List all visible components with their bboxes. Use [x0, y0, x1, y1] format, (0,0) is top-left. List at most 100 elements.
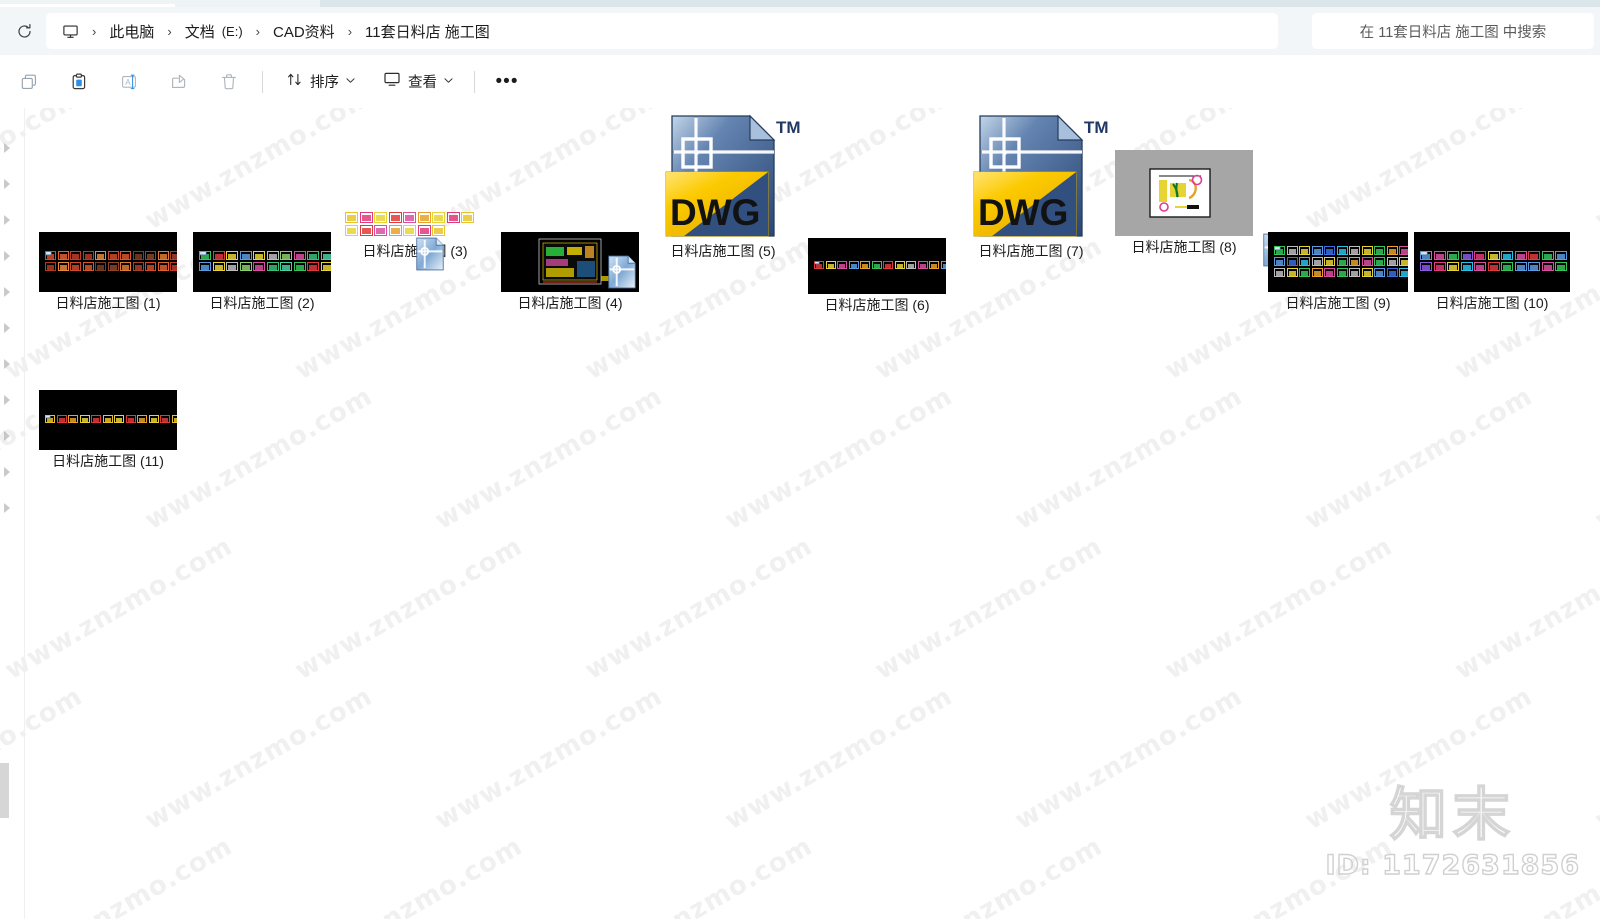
breadcrumb-item-0[interactable]: 此电脑	[107, 19, 156, 44]
svg-text:A: A	[125, 78, 131, 87]
file-item[interactable]: 日料店施工图 (2)	[184, 164, 340, 312]
file-thumbnail[interactable]	[492, 164, 648, 292]
cad-thumb-cell	[871, 261, 882, 269]
cad-preview	[39, 232, 177, 292]
navigation-strip	[0, 108, 25, 919]
dwg-file-icon: DWG TM	[658, 112, 801, 240]
nav-tree-expander-0[interactable]	[1, 141, 15, 155]
cad-thumb-cell	[157, 251, 169, 260]
cad-thumb-cell	[1386, 245, 1398, 255]
cad-thumb-cell	[1447, 262, 1459, 271]
file-label: 日料店施工图 (9)	[1285, 295, 1391, 311]
breadcrumb-item-2[interactable]: CAD资料	[271, 19, 337, 44]
copy-icon[interactable]	[8, 64, 50, 100]
cad-thumb-cell	[1420, 251, 1432, 260]
nav-tree-expander-8[interactable]	[1, 429, 15, 443]
explorer-window: www.znzmo.com www.znzmo.com www.znzmo.com w…	[0, 0, 1600, 919]
delete-icon[interactable]	[208, 64, 250, 100]
file-item[interactable]: 日料店施工图 (3)	[337, 112, 493, 271]
cad-thumb-cell	[239, 251, 252, 260]
cad-thumb-cell	[1374, 256, 1385, 266]
cad-thumb-cell	[1299, 267, 1310, 277]
file-thumbnail[interactable]	[1260, 164, 1416, 292]
file-thumbnail[interactable]	[184, 164, 340, 292]
file-item[interactable]: 日料店施工图 (11)	[30, 322, 186, 470]
file-thumbnail[interactable]	[30, 164, 186, 292]
breadcrumb-item-1-drive[interactable]: (E:)	[220, 22, 245, 41]
cad-thumb-cell	[79, 415, 90, 423]
cad-thumb-cell	[940, 261, 946, 269]
cad-preview	[808, 238, 946, 294]
svg-text:DWG: DWG	[670, 192, 760, 233]
cad-thumb-cell	[120, 251, 131, 260]
file-item[interactable]: 日料店施工图 (8)	[1106, 108, 1291, 267]
cad-thumb-cell	[266, 251, 279, 260]
file-item[interactable]: DWG TM 日料店施工图 (7)	[953, 112, 1109, 260]
cad-thumb-cell	[906, 261, 916, 269]
cad-thumb-cell	[1324, 256, 1335, 266]
view-button[interactable]: 查看	[372, 65, 464, 99]
file-thumbnail[interactable]	[337, 112, 493, 271]
file-thumbnail[interactable]	[1414, 164, 1570, 292]
cad-thumb-cell	[107, 251, 119, 260]
search-input[interactable]: 在 11套日料店 施工图 中搜索	[1312, 13, 1594, 49]
nav-tree-expander-10[interactable]	[1, 501, 15, 515]
file-item[interactable]: DWG TM 日料店施工图 (5)	[645, 112, 801, 260]
nav-scrollbar-thumb[interactable]	[0, 763, 9, 818]
file-item[interactable]: 日料店施工图 (9)	[1260, 164, 1416, 312]
cad-thumb-cell	[1349, 256, 1360, 266]
cad-thumb-cell	[68, 415, 78, 423]
nav-tree-expander-9[interactable]	[1, 465, 15, 479]
cad-thumb-cell	[403, 225, 416, 236]
file-item[interactable]: 日料店施工图 (6)	[799, 166, 955, 314]
nav-tree-expander-6[interactable]	[1, 357, 15, 371]
file-thumbnail[interactable]	[1106, 108, 1291, 267]
file-thumbnail[interactable]: DWG TM	[953, 112, 1109, 240]
cad-thumb-cell	[374, 212, 387, 223]
cad-thumb-cell	[253, 251, 265, 260]
nav-tree-expander-1[interactable]	[1, 177, 15, 191]
cad-thumb-cell	[170, 262, 177, 271]
cad-thumb-cell	[1374, 245, 1385, 255]
cad-thumb-cell	[1311, 267, 1323, 277]
refresh-icon[interactable]	[8, 15, 40, 47]
nav-tree-expander-2[interactable]	[1, 213, 15, 227]
nav-tree-expander-5[interactable]	[1, 321, 15, 335]
more-options-button[interactable]: •••	[487, 65, 527, 99]
cad-thumb-cell	[1555, 251, 1567, 260]
file-thumbnail[interactable]	[30, 322, 186, 450]
file-thumbnail[interactable]: DWG TM	[645, 112, 801, 240]
nav-tree-expander-4[interactable]	[1, 285, 15, 299]
breadcrumb[interactable]: › 此电脑 › 文档 (E:) › CAD资料 › 11套日料店 施工图	[46, 13, 1278, 49]
cad-thumb-cell	[1541, 251, 1554, 260]
file-item[interactable]: 日料店施工图 (10)	[1414, 164, 1570, 312]
cad-thumb-cell	[307, 251, 319, 260]
breadcrumb-item-3[interactable]: 11套日料店 施工图	[363, 19, 492, 44]
paste-icon[interactable]	[58, 64, 100, 100]
dwg-badge-icon	[815, 262, 821, 266]
cad-thumb-cell	[1336, 245, 1348, 255]
svg-text:DWG: DWG	[978, 192, 1068, 233]
nav-tree-expander-3[interactable]	[1, 249, 15, 263]
breadcrumb-item-1[interactable]: 文档	[183, 19, 217, 44]
cad-thumb-row	[199, 251, 331, 260]
cad-thumb-cell	[1487, 251, 1500, 260]
nav-tree-expander-7[interactable]	[1, 393, 15, 407]
file-item[interactable]: 日料店施工图 (1)	[30, 164, 186, 312]
breadcrumb-separator: ›	[255, 23, 261, 39]
cad-thumb-cell	[1460, 251, 1473, 260]
share-icon[interactable]	[158, 64, 200, 100]
file-item[interactable]: 日料店施工图 (4)	[492, 164, 648, 312]
cad-thumb-cell	[280, 251, 292, 260]
cad-thumb-cell	[132, 262, 144, 271]
sort-button[interactable]: 排序	[275, 65, 366, 99]
file-thumbnail[interactable]	[799, 166, 955, 294]
cad-thumb-row	[45, 415, 177, 423]
cad-thumb-cell	[1541, 262, 1554, 271]
cad-thumb-cell	[1349, 267, 1360, 277]
cad-thumb-cell	[82, 251, 94, 260]
rename-icon[interactable]: A	[108, 64, 150, 100]
cad-thumb-cell	[837, 261, 847, 269]
cad-thumb-cell	[388, 212, 402, 223]
monitor-icon[interactable]	[62, 23, 79, 40]
